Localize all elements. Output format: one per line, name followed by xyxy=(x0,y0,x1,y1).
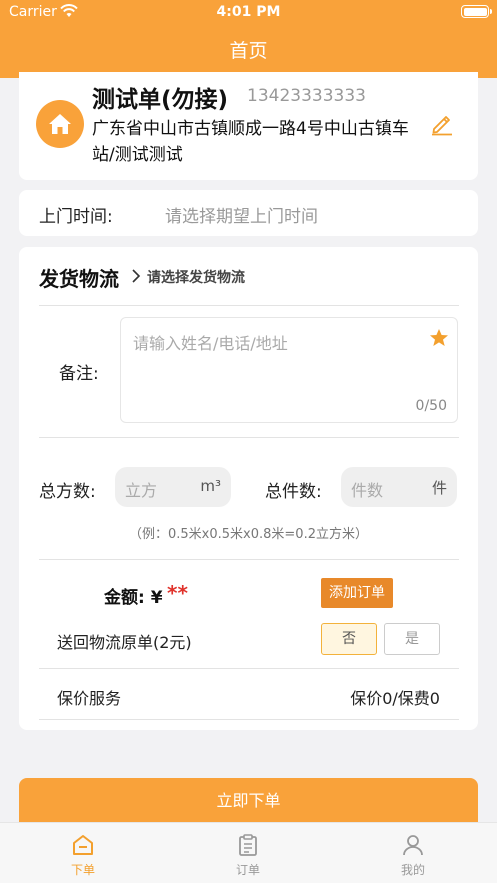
clipboard-icon xyxy=(239,834,257,856)
return-doc-yes-option[interactable]: 是 xyxy=(384,623,440,655)
order-form-card: 发货物流 请选择发货物流 备注: 请输入姓名/电话/地址 0/50 总方数: 立… xyxy=(19,247,478,730)
volume-input[interactable]: 立方 m³ xyxy=(115,467,231,507)
divider xyxy=(39,305,459,306)
address-card[interactable]: 测试单(勿接) 13423333333 广东省中山市古镇顺成一路4号中山古镇车站… xyxy=(19,72,478,180)
volume-label: 总方数: xyxy=(39,482,96,502)
visit-time-row[interactable]: 上门时间: 请选择期望上门时间 xyxy=(19,190,478,236)
tab-order-label: 下单 xyxy=(70,863,95,877)
home-icon xyxy=(36,100,84,148)
tab-orders-label: 订单 xyxy=(235,863,260,877)
top-bar: Carrier 4:01 PM 首页 xyxy=(0,0,497,78)
submit-order-button[interactable]: 立即下单 xyxy=(19,778,478,824)
visit-time-picker[interactable]: 请选择期望上门时间 xyxy=(165,202,318,227)
address-text: 广东省中山市古镇顺成一路4号中山古镇车站/测试测试 xyxy=(92,119,409,165)
return-doc-label: 送回物流原单(2元) xyxy=(57,633,192,652)
tab-order[interactable]: 下单 xyxy=(43,823,123,883)
note-input[interactable]: 请输入姓名/电话/地址 0/50 xyxy=(120,317,458,423)
page-title: 首页 xyxy=(229,40,268,62)
insurance-value[interactable]: 保价0/保费0 xyxy=(350,685,440,709)
divider xyxy=(39,559,459,560)
battery-icon xyxy=(461,5,492,18)
note-label: 备注: xyxy=(59,364,99,384)
star-icon[interactable] xyxy=(429,328,449,348)
tab-bar: 下单 订单 我的 xyxy=(0,822,497,883)
pieces-label: 总件数: xyxy=(265,482,322,502)
volume-unit: m³ xyxy=(200,477,221,495)
volume-placeholder: 立方 xyxy=(125,481,158,500)
divider xyxy=(39,668,459,669)
amount-value: ** xyxy=(167,581,188,605)
divider xyxy=(39,437,459,438)
note-char-count: 0/50 xyxy=(415,398,447,414)
amount-label: 金额: ¥ xyxy=(104,588,163,608)
tab-me-label: 我的 xyxy=(400,863,425,877)
logistics-select[interactable]: 请选择发货物流 xyxy=(147,267,245,287)
tab-me[interactable]: 我的 xyxy=(373,823,453,883)
logistics-title: 发货物流 xyxy=(39,267,119,291)
volume-example: （例：0.5米x0.5米x0.8米=0.2立方米） xyxy=(129,527,368,542)
return-doc-no-option[interactable]: 否 xyxy=(321,623,377,655)
visit-time-label: 上门时间: xyxy=(39,207,113,227)
edit-icon[interactable] xyxy=(429,110,455,136)
pieces-placeholder: 件数 xyxy=(351,481,384,500)
status-time: 4:01 PM xyxy=(216,4,281,20)
pieces-input[interactable]: 件数 件 xyxy=(341,467,457,507)
pieces-unit: 件 xyxy=(431,479,447,497)
tab-orders[interactable]: 订单 xyxy=(208,823,288,883)
home-order-icon xyxy=(73,835,93,855)
contact-name: 测试单(勿接) xyxy=(92,87,229,113)
contact-phone: 13423333333 xyxy=(247,86,366,106)
add-order-button[interactable]: 添加订单 xyxy=(321,578,393,608)
divider xyxy=(39,719,459,720)
note-placeholder: 请输入姓名/电话/地址 xyxy=(133,334,288,353)
insurance-label: 保价服务 xyxy=(57,689,122,708)
user-icon xyxy=(403,835,423,856)
chevron-right-icon xyxy=(132,269,141,283)
